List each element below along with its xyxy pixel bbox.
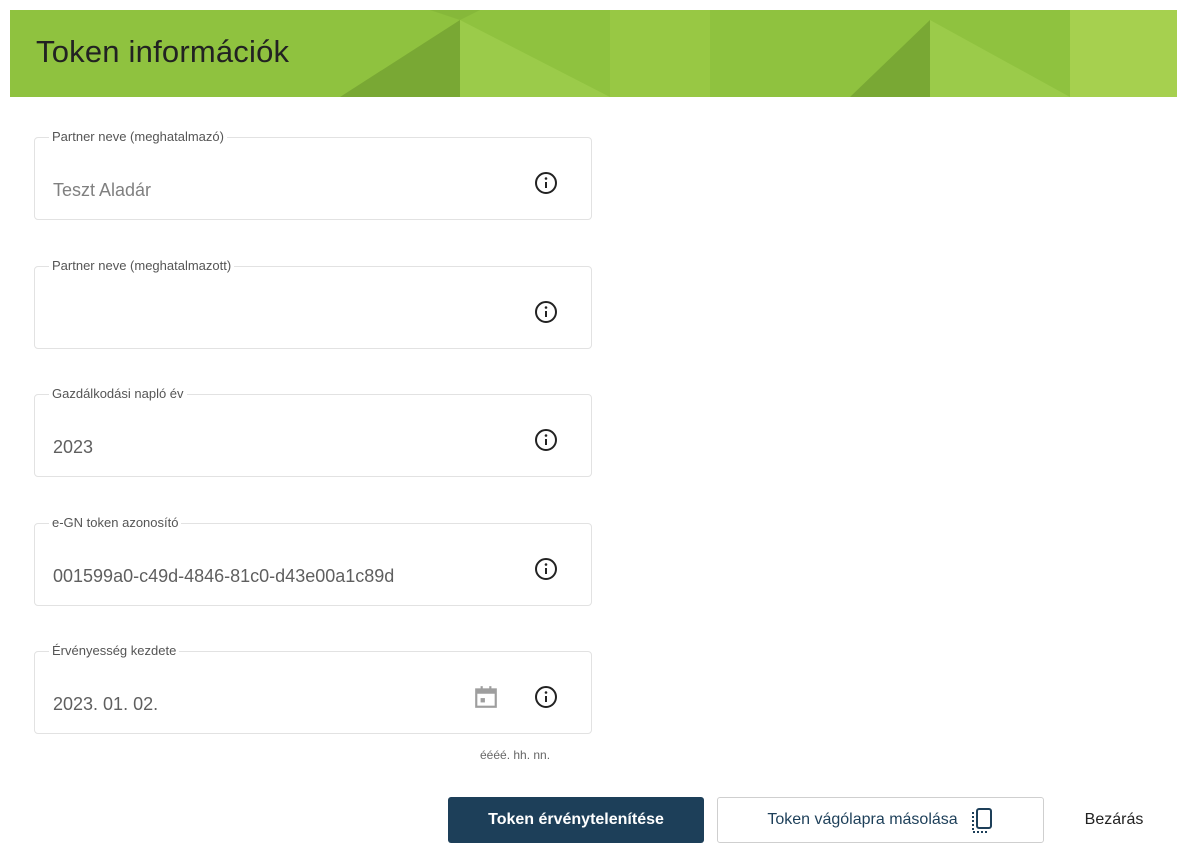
partner-grantor-field[interactable]: Partner neve (meghatalmazó) Teszt Aladár (34, 129, 592, 220)
info-icon[interactable] (534, 300, 558, 324)
field-label: Gazdálkodási napló év (49, 386, 187, 401)
date-format-hint: éééé. hh. nn. (480, 748, 551, 762)
field-value[interactable]: Teszt Aladár (53, 180, 151, 201)
copy-to-clipboard-icon (971, 808, 992, 833)
close-button[interactable]: Bezárás (1064, 797, 1164, 843)
page-title: Token információk (36, 34, 290, 69)
copy-token-button[interactable]: Token vágólapra másolása (717, 797, 1044, 843)
field-label: e-GN token azonosító (49, 515, 182, 530)
copy-token-label: Token vágólapra másolása (767, 811, 958, 828)
field-label: Érvényesség kezdete (49, 643, 180, 658)
invalidate-token-label: Token érvénytelenítése (488, 811, 664, 828)
info-icon[interactable] (534, 685, 558, 709)
partner-grantee-field[interactable]: Partner neve (meghatalmazott) (34, 258, 592, 349)
field-value[interactable]: 2023 (53, 437, 93, 458)
field-value[interactable]: 001599a0-c49d-4846-81c0-d43e00a1c89d (53, 566, 394, 587)
close-label: Bezárás (1084, 811, 1144, 828)
page-header: Token információk (10, 10, 1177, 97)
info-icon[interactable] (534, 428, 558, 452)
calendar-icon[interactable] (473, 684, 499, 710)
field-label: Partner neve (meghatalmazó) (49, 129, 227, 144)
info-icon[interactable] (534, 557, 558, 581)
field-label: Partner neve (meghatalmazott) (49, 258, 235, 273)
invalidate-token-button[interactable]: Token érvénytelenítése (448, 797, 704, 843)
info-icon[interactable] (534, 171, 558, 195)
token-id-field[interactable]: e-GN token azonosító 001599a0-c49d-4846-… (34, 515, 592, 606)
farm-log-year-field[interactable]: Gazdálkodási napló év 2023 (34, 386, 592, 477)
validity-start-field[interactable]: Érvényesség kezdete 2023. 01. 02. (34, 643, 592, 734)
field-value[interactable]: 2023. 01. 02. (53, 694, 158, 715)
